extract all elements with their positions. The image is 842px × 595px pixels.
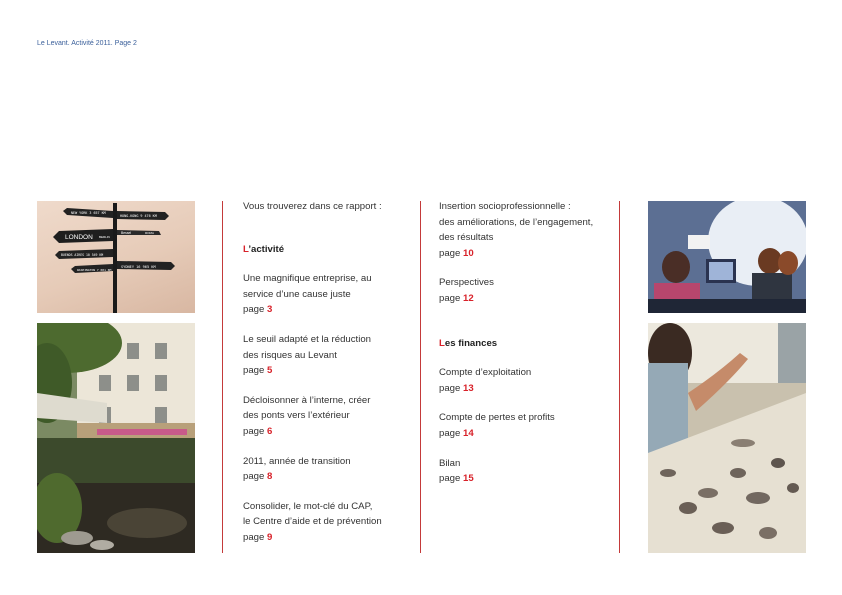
toc-entry-title: des améliorations, de l’engagement,	[439, 216, 594, 228]
page-number: 8	[267, 471, 273, 483]
toc-entry-title: des résultats	[439, 232, 494, 244]
toc-entry-title: des ponts vers l’extérieur	[243, 410, 350, 422]
toc-entry-page: page 6	[243, 425, 273, 437]
toc-entry[interactable]: Perspectives page 12	[439, 275, 615, 306]
section-heading-activite: L’activité	[243, 242, 413, 258]
toc-entry-page: page 10	[439, 247, 474, 259]
toc-entry[interactable]: Compte de pertes et profits page 14	[439, 410, 615, 441]
page-number: 13	[463, 382, 474, 394]
toc-entry[interactable]: Le seuil adapté et la réduction des risq…	[243, 332, 413, 379]
toc-entry-page: page 8	[243, 471, 273, 483]
page-number: 12	[463, 292, 474, 304]
toc-entry-page: page 9	[243, 531, 273, 543]
toc-entry-title: Décloisonner à l’interne, créer	[243, 394, 371, 406]
toc-entry[interactable]: Consolider, le mot-clé du CAP, le Centre…	[243, 499, 413, 546]
toc-entry-title: le Centre d’aide et de prévention	[243, 516, 382, 528]
toc-entry-title: Insertion socioprofessionnelle :	[439, 201, 571, 212]
toc-entry[interactable]: Insertion socioprofessionnelle : des amé…	[439, 199, 615, 261]
garden-building-photo	[37, 323, 195, 553]
toc-entry-title: Compte de pertes et profits	[439, 412, 555, 424]
sign-text: SYDNEY 16 965 KM	[121, 265, 156, 269]
toc-entry-title: Compte d’exploitation	[439, 367, 532, 379]
sign-text: LONDON	[65, 234, 93, 241]
column-rule	[222, 201, 223, 553]
toc-entry-title: Perspectives	[439, 277, 494, 289]
toc-entry[interactable]: Une magnifique entreprise, au service d’…	[243, 271, 413, 318]
page-number: 15	[463, 473, 474, 485]
toc-entry[interactable]: Décloisonner à l’interne, créer des pont…	[243, 393, 413, 440]
toc-entry-page: page 12	[439, 292, 474, 304]
page-number: 5	[267, 365, 273, 377]
sign-text: WASHINGTON 7 001 KM	[77, 268, 112, 272]
column-rule	[420, 201, 421, 553]
toc-entry-title: Consolider, le mot-clé du CAP,	[243, 500, 373, 512]
page-number: 14	[463, 427, 474, 439]
toc-entry-title: Bilan	[439, 457, 461, 469]
toc-column-left: Vous trouverez dans ce rapport : L’activ…	[243, 199, 413, 546]
toc-entry[interactable]: Compte d’exploitation page 13	[439, 365, 615, 396]
computer-workshop-photo	[648, 201, 806, 313]
column-rule	[619, 201, 620, 553]
section-heading-finances: Les finances	[439, 336, 615, 352]
running-header: Le Levant. Activité 2011. Page 2	[37, 40, 137, 47]
signpost-illustration: NEW YORK 3 657 KM HONG-KONG 9 476 KM LON…	[53, 203, 175, 313]
toc-entry-page: page 13	[439, 382, 474, 394]
sign-text: ROMA	[145, 231, 154, 235]
page-number: 10	[463, 247, 474, 259]
toc-entry-page: page 3	[243, 304, 273, 316]
clay-illustration	[648, 323, 806, 553]
sign-text: BUENOS AIRES 10 549 KM	[61, 253, 103, 257]
toc-entry-title: service d’une cause juste	[243, 288, 351, 300]
toc-column-right: Insertion socioprofessionnelle : des amé…	[439, 199, 615, 487]
sign-text: BERLIN	[99, 235, 110, 239]
page-number: 3	[267, 304, 273, 316]
toc-entry-page: page 15	[439, 473, 474, 485]
toc-entry-page: page 5	[243, 365, 273, 377]
toc-entry-title: des risques au Levant	[243, 349, 337, 361]
toc-entry-title: Une magnifique entreprise, au	[243, 273, 372, 285]
sign-text: HONG-KONG 9 476 KM	[120, 214, 157, 218]
heading-rest: es finances	[444, 337, 498, 349]
toc-entry[interactable]: Bilan page 15	[439, 456, 615, 487]
clay-workshop-photo	[648, 323, 806, 553]
garden-illustration	[37, 323, 195, 553]
sign-text: NEW YORK 3 657 KM	[71, 211, 106, 215]
toc-entry-title: Le seuil adapté et la réduction	[243, 333, 372, 345]
toc-entry-page: page 14	[439, 427, 474, 439]
toc-entry[interactable]: 2011, année de transition page 8	[243, 454, 413, 485]
heading-rest: ’activité	[248, 243, 285, 255]
page-number: 6	[267, 425, 273, 437]
toc-entry-title: 2011, année de transition	[243, 455, 351, 467]
workshop-illustration	[648, 201, 806, 313]
sign-text: Bessel	[121, 231, 131, 235]
signpost-photo: NEW YORK 3 657 KM HONG-KONG 9 476 KM LON…	[37, 201, 195, 313]
page-number: 9	[267, 531, 273, 543]
toc-intro: Vous trouverez dans ce rapport :	[243, 201, 382, 212]
